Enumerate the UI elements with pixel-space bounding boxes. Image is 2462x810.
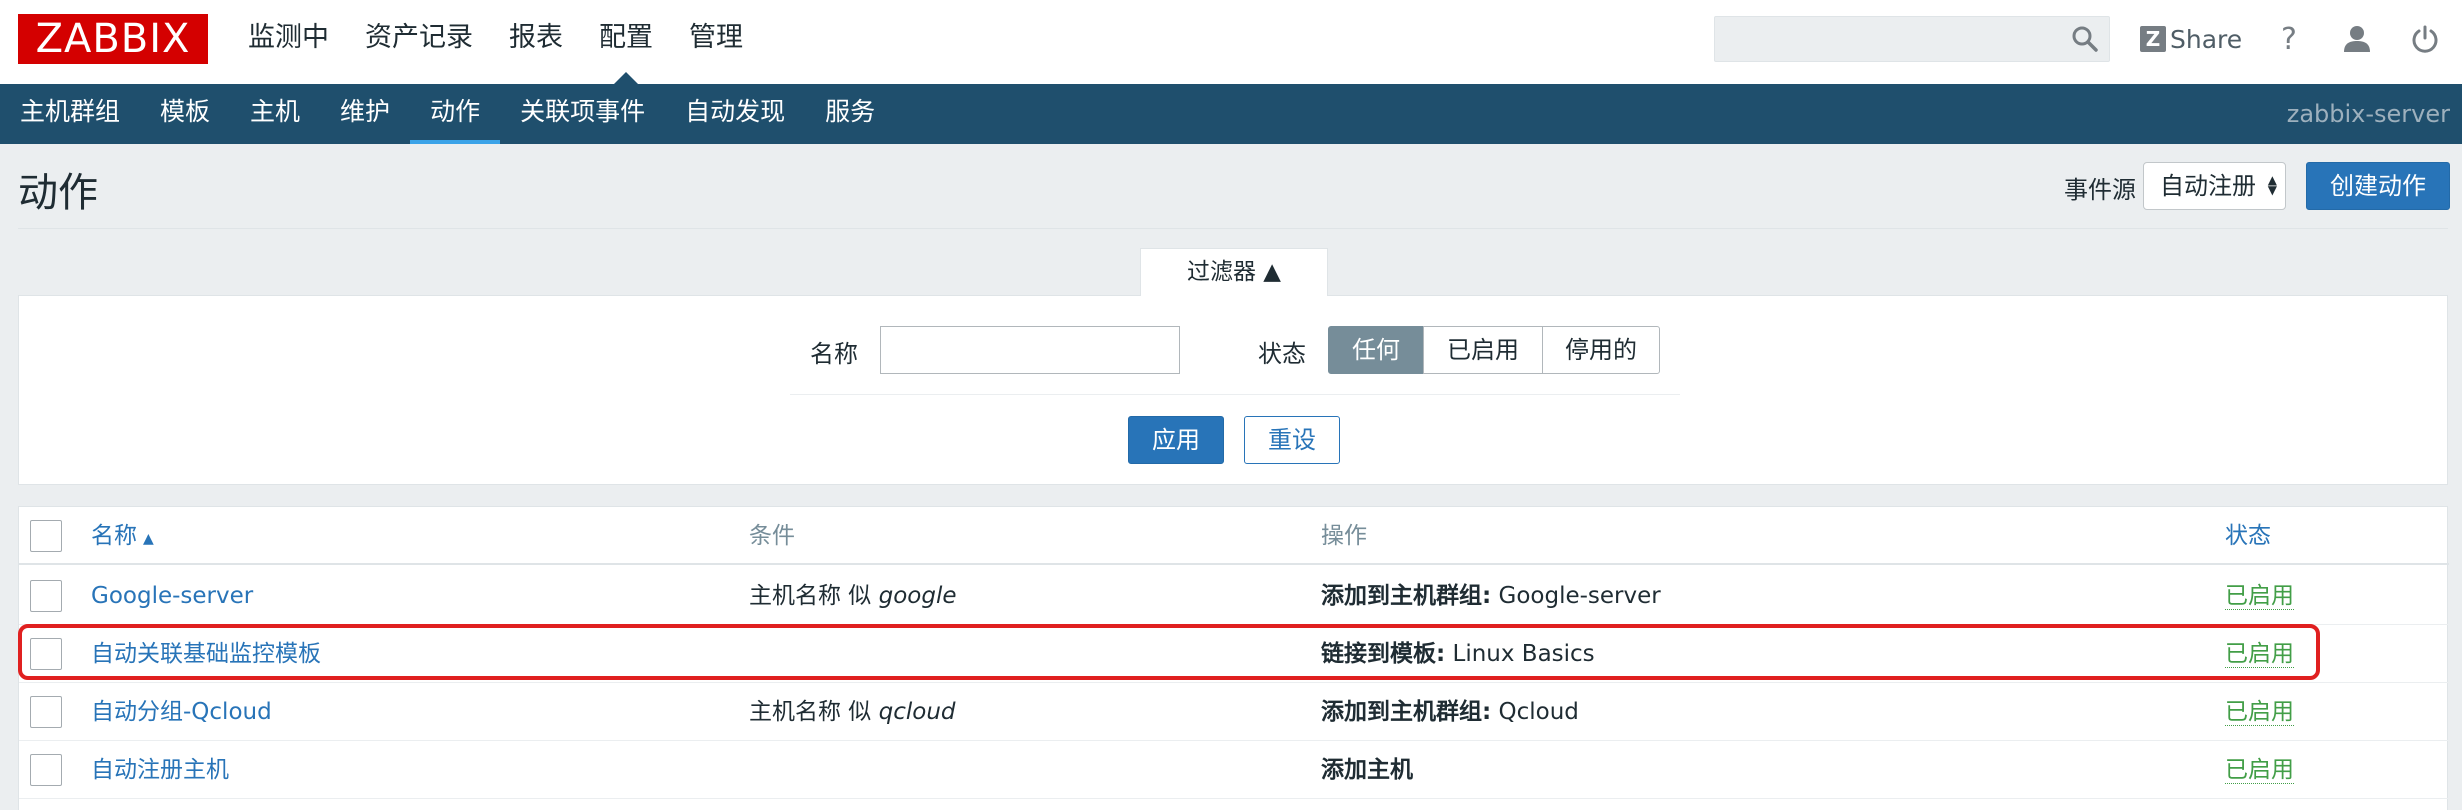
select-all-checkbox[interactable] (30, 520, 62, 552)
operation-target: Qcloud (1491, 699, 1579, 725)
subnav-actions[interactable]: 动作 (410, 84, 501, 144)
filter-status-label: 状态 (1258, 340, 1306, 368)
help-icon[interactable]: ? (2270, 20, 2308, 58)
reset-button[interactable]: 重设 (1244, 416, 1340, 464)
condition-text: 主机名称 似 (749, 583, 879, 609)
sign-out-icon[interactable] (2406, 20, 2444, 58)
sort-ascending-icon: ▲ (143, 531, 154, 547)
top-header: ZABBIX 监测中 资产记录 报表 配置 管理 Z Share ? (0, 0, 2462, 84)
actions-table: 名称 ▲ 条件 操作 状态 Google-server 主机名称 似 google… (18, 506, 2449, 810)
condition-value: qcloud (878, 699, 956, 725)
table-row: Google-server 主机名称 似 google 添加到主机群组: Goo… (19, 567, 2449, 625)
subnav-event-correlation[interactable]: 关联项事件 (500, 84, 665, 144)
condition-text: 主机名称 似 (749, 699, 879, 725)
status-cell: 已启用 (2225, 567, 2294, 625)
filter-name-input[interactable] (880, 326, 1180, 374)
table-row: 自动关联基础监控模板 链接到模板: Linux Basics 已启用 (19, 625, 2449, 683)
subnav-discovery[interactable]: 自动发现 (665, 84, 805, 144)
subnav-maintenance[interactable]: 维护 (320, 84, 410, 144)
subnav-host-groups[interactable]: 主机群组 (0, 84, 140, 144)
search-input[interactable] (1714, 16, 2110, 62)
column-header-conditions: 条件 (749, 523, 795, 549)
row-checkbox[interactable] (30, 754, 62, 786)
subnav-services[interactable]: 服务 (805, 84, 895, 144)
subnav-templates[interactable]: 模板 (140, 84, 230, 144)
row-checkbox[interactable] (30, 638, 62, 670)
event-source-label: 事件源 (2064, 176, 2136, 204)
table-row: 自动分组-Qcloud 主机名称 似 qcloud 添加到主机群组: Qclou… (19, 683, 2449, 741)
create-action-button[interactable]: 创建动作 (2306, 162, 2450, 210)
main-menu: 监测中 资产记录 报表 配置 管理 (230, 0, 761, 84)
status-toggle-link[interactable]: 已启用 (2225, 583, 2294, 610)
menu-administration[interactable]: 管理 (671, 0, 761, 84)
action-name-link[interactable]: 自动关联基础监控模板 (91, 625, 321, 683)
menu-monitoring[interactable]: 监测中 (230, 0, 347, 84)
condition-value: google (878, 583, 957, 609)
zabbix-logo[interactable]: ZABBIX (18, 14, 208, 64)
action-operations: 添加到主机群组: Google-server (1321, 567, 1661, 625)
subnav-hosts[interactable]: 主机 (230, 84, 320, 144)
operation-target: Google-server (1491, 583, 1661, 609)
action-name-link[interactable]: Google-server (91, 567, 253, 625)
status-toggle-link[interactable]: 已启用 (2225, 641, 2294, 668)
status-cell: 已启用 (2225, 683, 2294, 741)
menu-reports[interactable]: 报表 (491, 0, 581, 84)
action-operations: 链接到模板: Linux Basics (1321, 625, 1595, 683)
action-operations: 添加主机 (1321, 741, 1413, 799)
status-option-enabled[interactable]: 已启用 (1423, 326, 1543, 374)
share-label: Share (2170, 24, 2243, 54)
status-cell: 已启用 (2225, 625, 2294, 683)
filter-divider (790, 394, 1680, 395)
operation-target: Linux Basics (1445, 641, 1595, 667)
event-source-value: 自动注册 (2160, 172, 2256, 200)
filter-panel (18, 295, 2448, 485)
status-option-disabled[interactable]: 停用的 (1542, 326, 1660, 374)
column-name-label: 名称 (91, 523, 137, 549)
status-toggle-link[interactable]: 已启用 (2225, 699, 2294, 726)
operation-type: 链接到模板: (1321, 641, 1446, 667)
user-profile-icon[interactable] (2338, 20, 2376, 58)
action-conditions: 主机名称 似 qcloud (749, 683, 956, 741)
share-button[interactable]: Z Share (2140, 22, 2242, 56)
apply-button[interactable]: 应用 (1128, 416, 1224, 464)
menu-inventory[interactable]: 资产记录 (347, 0, 491, 84)
status-cell: 已启用 (2225, 741, 2294, 799)
event-source-select[interactable]: 自动注册 ▲ ▼ (2143, 162, 2286, 210)
row-checkbox[interactable] (30, 696, 62, 728)
zabbix-share-icon: Z (2140, 26, 2166, 52)
divider (18, 228, 2448, 229)
sub-navigation: 主机群组 模板 主机 维护 动作 关联项事件 自动发现 服务 zabbix-se… (0, 84, 2462, 144)
filter-toggle-tab[interactable]: 过滤器 ▲ (1140, 248, 1328, 296)
filter-name-label: 名称 (810, 340, 858, 368)
select-arrows-icon: ▲ ▼ (2267, 173, 2277, 197)
action-operations: 添加到主机群组: Qcloud (1321, 683, 1579, 741)
column-header-status[interactable]: 状态 (2225, 507, 2271, 565)
page-title: 动作 (18, 170, 98, 216)
menu-configuration[interactable]: 配置 (581, 0, 671, 84)
column-header-name[interactable]: 名称 ▲ (91, 507, 154, 568)
operation-type: 添加到主机群组: (1321, 699, 1492, 725)
action-name-link[interactable]: 自动分组-Qcloud (91, 683, 272, 741)
server-name: zabbix-server (2286, 100, 2450, 128)
status-option-any[interactable]: 任何 (1328, 326, 1424, 374)
search-icon[interactable] (2071, 25, 2099, 53)
action-conditions: 主机名称 似 google (749, 567, 957, 625)
row-checkbox[interactable] (30, 580, 62, 612)
column-header-operations: 操作 (1321, 523, 1367, 549)
action-name-link[interactable]: 自动注册主机 (91, 741, 229, 799)
operation-type: 添加到主机群组: (1321, 583, 1492, 609)
status-toggle-link[interactable]: 已启用 (2225, 757, 2294, 784)
table-row: 自动注册主机 添加主机 已启用 (19, 741, 2449, 799)
operation-type: 添加主机 (1321, 757, 1413, 783)
table-header-row: 名称 ▲ 条件 操作 状态 (19, 507, 2449, 565)
